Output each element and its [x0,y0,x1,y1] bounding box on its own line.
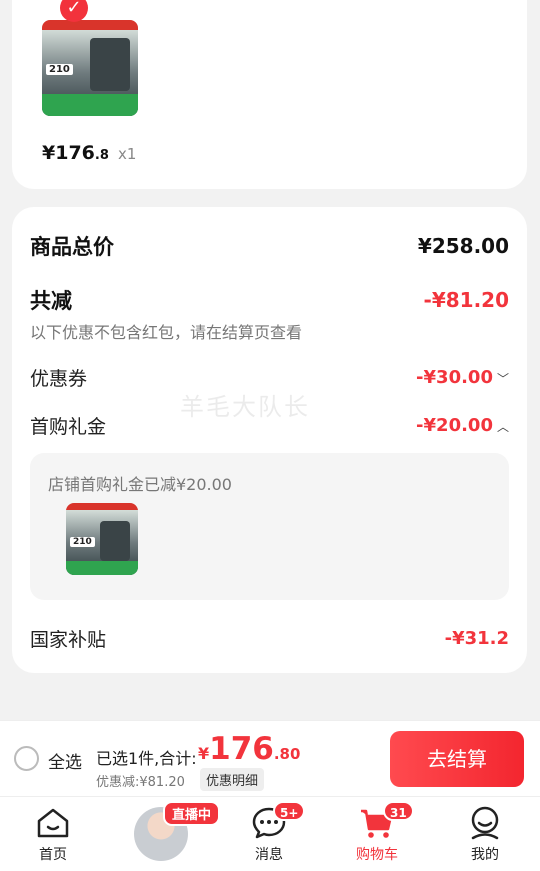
price-summary-card: 商品总价 ¥258.00 共减 -¥81.20 以下优惠不包含红包，请在结算页查… [12,207,527,673]
total-row: 商品总价 ¥258.00 [30,231,509,261]
product-quantity: x1 [118,145,137,163]
tab-me[interactable]: 我的 [435,797,535,871]
bottom-tab-bar: 首页 直播中 5+ 消息 31 购物车 我的 [0,796,540,871]
total-value: ¥258.00 [417,234,509,258]
tab-home-label: 首页 [39,847,67,863]
subsidy-row: 国家补贴 -¥31.2 [30,625,509,652]
subsidy-value: -¥31.2 [444,628,509,649]
gift-value: -¥20.00 [416,415,493,436]
live-badge: 直播中 [163,801,221,826]
gift-label: 首购礼金 [30,416,107,438]
user-icon [471,806,499,840]
gift-row[interactable]: 首购礼金 -¥20.00 ︿ [30,412,509,439]
discount-detail-button[interactable]: 优惠明细 [200,768,265,791]
chevron-up-icon: ︿ [496,420,509,434]
tab-cart[interactable]: 31 购物车 [327,797,427,871]
discount-text: 优惠减:¥81.20 [96,775,185,790]
reduce-value: -¥81.20 [423,288,509,312]
select-all-label[interactable]: 全选 [48,748,82,773]
tab-messages[interactable]: 5+ 消息 [219,797,319,871]
product-image [99,521,130,561]
subsidy-label: 国家补贴 [30,629,107,651]
home-icon [37,808,69,838]
tab-home[interactable]: 首页 [3,797,103,871]
gift-product-thumbnail[interactable]: 210 [66,503,138,575]
checkout-button[interactable]: 去结算 [390,731,524,787]
gift-detail-box: 店铺首购礼金已减¥20.00 210 [30,453,509,600]
product-thumbnail[interactable]: 210 [42,20,138,116]
cart-badge: 31 [383,801,414,821]
thumb-tag: 210 [46,64,73,75]
selected-count-text: 已选1件,合计: [96,749,197,768]
product-price: ¥176.8 [42,142,109,164]
check-icon: ✓ [60,0,88,22]
discount-note: 以下优惠不包含红包，请在结算页查看 [30,323,303,342]
gift-detail-text: 店铺首购礼金已减¥20.00 [48,475,232,494]
chevron-down-icon: ﹀ [496,372,509,386]
coupon-value: -¥30.00 [416,367,493,388]
checkout-total: ¥176.80 [198,731,301,767]
reduce-label: 共减 [30,289,72,313]
product-card: 210 ✓ ¥176.8 x1 [12,0,527,189]
reduce-row: 共减 -¥81.20 [30,285,509,315]
thumb-tag: 210 [70,537,95,547]
select-all-radio[interactable] [14,746,39,771]
tab-cart-label: 购物车 [356,847,398,863]
coupon-label: 优惠券 [30,368,88,390]
tab-messages-label: 消息 [255,847,283,863]
checkout-bar: 全选 已选1件,合计: ¥176.80 优惠减:¥81.20 优惠明细 去结算 [0,720,540,796]
product-image [89,38,130,91]
tab-me-label: 我的 [471,847,499,863]
messages-badge: 5+ [273,801,306,821]
total-label: 商品总价 [30,235,114,259]
